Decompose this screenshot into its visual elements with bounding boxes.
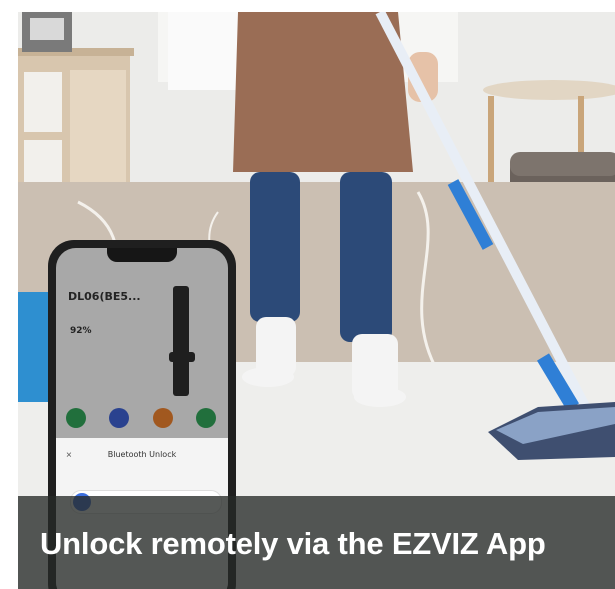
sheet-title: Bluetooth Unlock: [107, 450, 177, 459]
caption-bar: Unlock remotely via the EZVIZ App: [18, 496, 615, 589]
caption-text: Unlock remotely via the EZVIZ App: [40, 526, 546, 561]
screen-overlay: [56, 248, 228, 438]
